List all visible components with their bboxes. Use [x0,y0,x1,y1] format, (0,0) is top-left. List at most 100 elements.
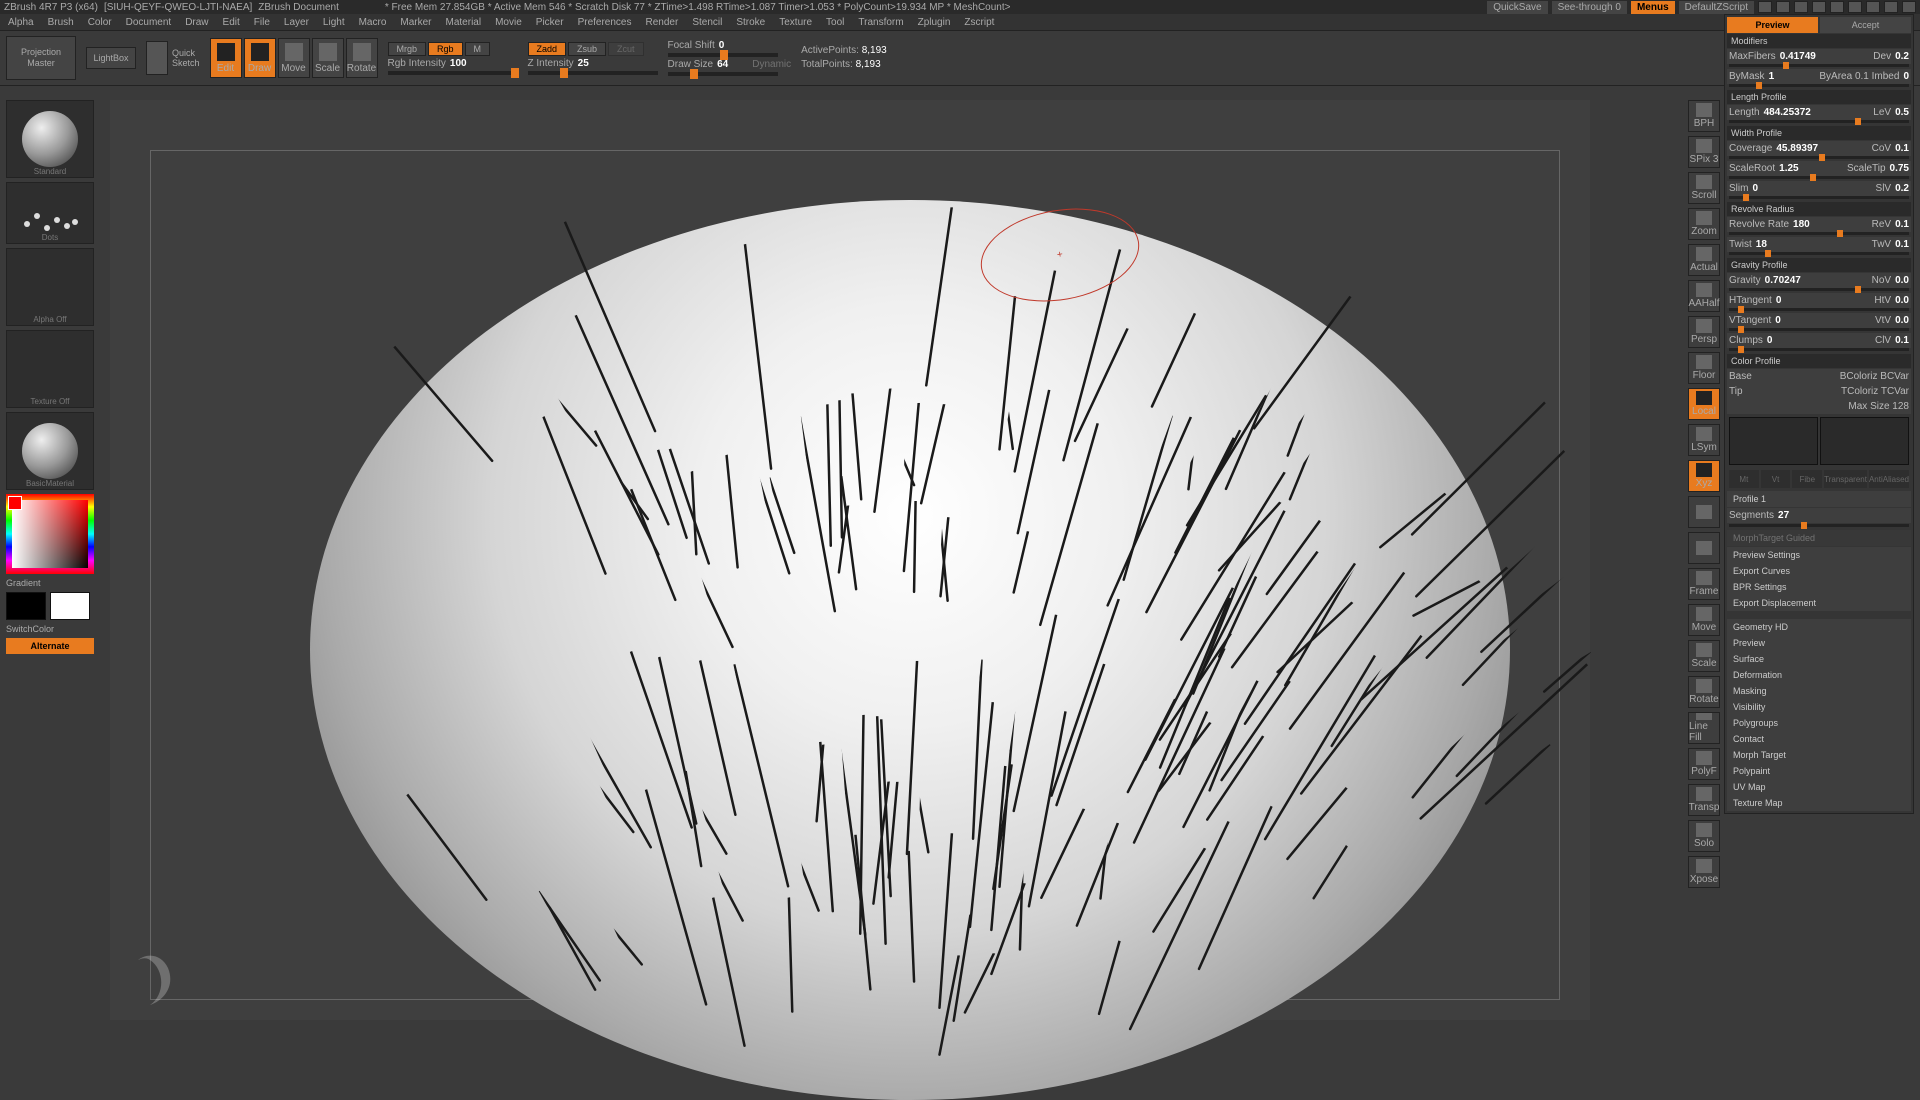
base-color-swatch[interactable] [1729,417,1818,465]
menu-zscript[interactable]: Zscript [964,17,994,28]
menu-transform[interactable]: Transform [858,17,903,28]
m-toggle[interactable]: M [465,42,491,56]
color-row[interactable]: Max Size 128 [1727,399,1911,414]
edit-mode-button[interactable]: Edit [210,38,242,78]
fiber-opt-fibe[interactable]: Fibe [1792,470,1822,488]
move-mode-button[interactable]: Move [278,38,310,78]
prop-scaleroot[interactable]: ScaleRoot1.25ScaleTip0.75 [1727,161,1911,176]
transp-nav-button[interactable]: Transp [1688,784,1720,816]
texture-thumbnail[interactable]: Texture Off [6,330,94,408]
menu-color[interactable]: Color [88,17,112,28]
stroke-thumbnail[interactable]: Dots [6,182,94,244]
scroll-nav-button[interactable]: Scroll [1688,172,1720,204]
config-icon[interactable] [1776,1,1790,13]
aahalf-nav-button[interactable]: AAHalf [1688,280,1720,312]
material-thumbnail[interactable]: BasicMaterial [6,412,94,490]
menu-light[interactable]: Light [323,17,345,28]
viewport[interactable] [110,100,1590,1020]
config-icon[interactable] [1812,1,1826,13]
m2-nav-button[interactable] [1688,532,1720,564]
local-nav-button[interactable]: Local [1688,388,1720,420]
section-export-displacement[interactable]: Export Displacement [1727,595,1911,611]
menu-file[interactable]: File [254,17,270,28]
draw-mode-button[interactable]: Draw [244,38,276,78]
menu-macro[interactable]: Macro [359,17,387,28]
revolve-header[interactable]: Revolve Radius [1727,202,1911,216]
solo-nav-button[interactable]: Solo [1688,820,1720,852]
section-export-curves[interactable]: Export Curves [1727,563,1911,579]
menu-stencil[interactable]: Stencil [692,17,722,28]
rotate3d-nav-button[interactable]: Rotate [1688,676,1720,708]
menu-material[interactable]: Material [446,17,482,28]
section-contact[interactable]: Contact [1727,731,1911,747]
switch-color-button[interactable]: SwitchColor [6,624,94,634]
section-polypaint[interactable]: Polypaint [1727,763,1911,779]
menu-alpha[interactable]: Alpha [8,17,34,28]
config-icon[interactable] [1758,1,1772,13]
prop-htangent[interactable]: HTangent0HtV0.0 [1727,293,1911,308]
menu-texture[interactable]: Texture [779,17,812,28]
color-profile-header[interactable]: Color Profile [1727,354,1911,368]
zadd-toggle[interactable]: Zadd [528,42,567,56]
menu-stroke[interactable]: Stroke [736,17,765,28]
scale-mode-button[interactable]: Scale [312,38,344,78]
zoom-nav-button[interactable]: Zoom [1688,208,1720,240]
config-icon[interactable] [1794,1,1808,13]
prop-twist[interactable]: Twist18TwV0.1 [1727,237,1911,252]
see-through-slider[interactable]: See-through 0 [1552,1,1627,14]
projection-master-button[interactable]: Projection Master [6,36,76,80]
fiber-opt-vt[interactable]: Vt [1761,470,1791,488]
move3d-nav-button[interactable]: Move [1688,604,1720,636]
prop-slim[interactable]: Slim0SlV0.2 [1727,181,1911,196]
menus-button[interactable]: Menus [1631,1,1675,14]
section-morph-target[interactable]: Morph Target [1727,747,1911,763]
menu-render[interactable]: Render [646,17,679,28]
section-polygroups[interactable]: Polygroups [1727,715,1911,731]
accept-tab[interactable]: Accept [1820,17,1911,33]
profile-row[interactable]: Profile 1 [1727,491,1911,507]
minimize-icon[interactable] [1866,1,1880,13]
quick-sketch-icon[interactable] [146,41,168,75]
menu-draw[interactable]: Draw [185,17,208,28]
bph-nav-button[interactable]: BPH [1688,100,1720,132]
quicksave-button[interactable]: QuickSave [1487,1,1547,14]
alternate-button[interactable]: Alternate [6,638,94,654]
floor-nav-button[interactable]: Floor [1688,352,1720,384]
persp-nav-button[interactable]: Persp [1688,316,1720,348]
xyz-nav-button[interactable]: Xyz [1688,460,1720,492]
prop-bymask[interactable]: ByMask1ByArea 0.1 Imbed0 [1727,69,1911,84]
tip-color-swatch[interactable] [1820,417,1909,465]
menu-brush[interactable]: Brush [48,17,74,28]
linefill-nav-button[interactable]: Line Fill [1688,712,1720,744]
brush-thumbnail[interactable]: Standard [6,100,94,178]
menu-zplugin[interactable]: Zplugin [918,17,951,28]
section-preview[interactable]: Preview [1727,635,1911,651]
config-icon[interactable] [1830,1,1844,13]
prop-vtangent[interactable]: VTangent0VtV0.0 [1727,313,1911,328]
secondary-color-swatch[interactable] [50,592,90,620]
section-deformation[interactable]: Deformation [1727,667,1911,683]
section-preview-settings[interactable]: Preview Settings [1727,547,1911,563]
color-picker[interactable] [6,494,94,574]
menu-preferences[interactable]: Preferences [578,17,632,28]
length-profile-header[interactable]: Length Profile [1727,90,1911,104]
rgb-toggle[interactable]: Rgb [428,42,463,56]
main-color-swatch[interactable] [6,592,46,620]
section-uv-map[interactable]: UV Map [1727,779,1911,795]
section-masking[interactable]: Masking [1727,683,1911,699]
spix-nav-button[interactable]: SPix 3 [1688,136,1720,168]
lsym-nav-button[interactable]: LSym [1688,424,1720,456]
draw-size-slider[interactable] [668,72,778,76]
gradient-toggle[interactable]: Gradient [6,578,94,588]
actual-nav-button[interactable]: Actual [1688,244,1720,276]
section-geometry-hd[interactable]: Geometry HD [1727,619,1911,635]
section-surface[interactable]: Surface [1727,651,1911,667]
default-script[interactable]: DefaultZScript [1679,1,1754,14]
close-icon[interactable] [1902,1,1916,13]
help-icon[interactable] [1848,1,1862,13]
alpha-thumbnail[interactable]: Alpha Off [6,248,94,326]
fiber-opt-mt[interactable]: Mt [1729,470,1759,488]
rgb-intensity-slider[interactable] [388,71,518,75]
menu-document[interactable]: Document [126,17,172,28]
m1-nav-button[interactable] [1688,496,1720,528]
